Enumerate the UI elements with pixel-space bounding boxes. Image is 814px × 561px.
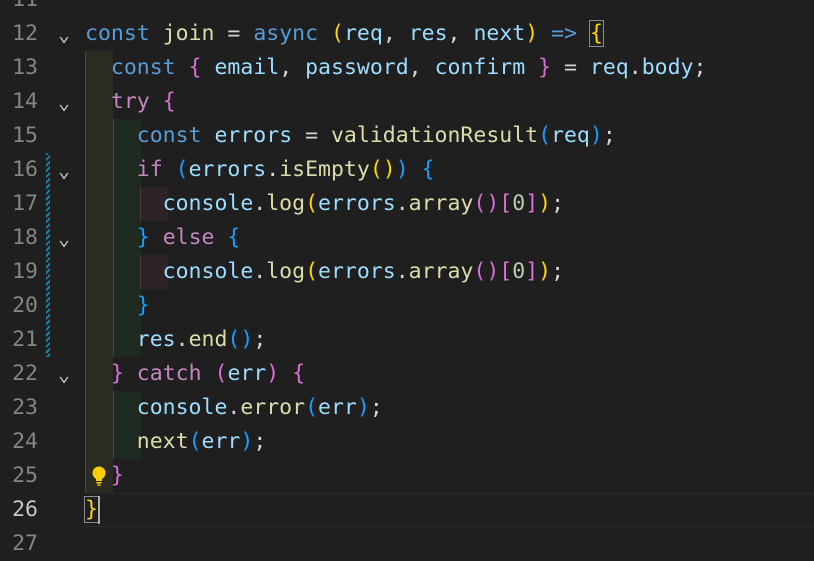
chevron-down-icon[interactable]: ⌄ bbox=[54, 153, 74, 187]
git-modified-indicator[interactable] bbox=[46, 323, 50, 357]
chevron-down-icon[interactable]: ⌄ bbox=[54, 357, 74, 391]
code-line[interactable]: 17 console.log(errors.array()[0]); bbox=[0, 187, 814, 221]
code-line[interactable]: 20 } bbox=[0, 289, 814, 323]
line-number: 14 bbox=[12, 89, 38, 114]
code-text[interactable]: } catch (err) { bbox=[85, 357, 305, 391]
line-number: 22 bbox=[12, 361, 38, 386]
code-text[interactable]: console.log(errors.array()[0]); bbox=[85, 255, 564, 289]
code-text[interactable]: } bbox=[85, 289, 150, 323]
code-text[interactable]: } bbox=[84, 493, 99, 527]
code-line[interactable]: 16 ⌄ if (errors.isEmpty()) { bbox=[0, 153, 814, 187]
line-number: 15 bbox=[12, 123, 38, 148]
chevron-down-icon[interactable]: ⌄ bbox=[54, 85, 74, 119]
code-line[interactable]: 25 } bbox=[0, 459, 814, 493]
line-number: 17 bbox=[12, 191, 38, 216]
chevron-down-icon[interactable]: ⌄ bbox=[54, 17, 74, 51]
code-editor[interactable]: 11 12 ⌄ const join = async (req, res, ne… bbox=[0, 0, 814, 558]
git-modified-indicator[interactable] bbox=[46, 289, 50, 323]
code-text[interactable]: console.log(errors.array()[0]); bbox=[85, 187, 564, 221]
text-cursor bbox=[98, 496, 100, 524]
code-line[interactable]: 23 console.error(err); bbox=[0, 391, 814, 425]
line-number: 26 bbox=[12, 497, 38, 522]
code-line[interactable]: 12 ⌄ const join = async (req, res, next)… bbox=[0, 17, 814, 51]
code-line[interactable]: 22 ⌄ } catch (err) { bbox=[0, 357, 814, 391]
chevron-down-icon[interactable]: ⌄ bbox=[54, 221, 74, 255]
git-modified-indicator[interactable] bbox=[46, 221, 50, 255]
code-line[interactable]: 21 res.end(); bbox=[0, 323, 814, 357]
code-text[interactable]: const join = async (req, res, next) => { bbox=[85, 17, 604, 51]
code-line[interactable]: 14 ⌄ try { bbox=[0, 85, 814, 119]
line-number: 27 bbox=[12, 531, 38, 556]
code-line[interactable]: 24 next(err); bbox=[0, 425, 814, 459]
line-number: 13 bbox=[12, 55, 38, 80]
git-modified-indicator[interactable] bbox=[46, 255, 50, 289]
code-text[interactable]: res.end(); bbox=[85, 323, 266, 357]
code-line[interactable]: 11 bbox=[0, 0, 814, 17]
line-number: 11 bbox=[0, 0, 38, 17]
current-line-highlight bbox=[84, 493, 814, 527]
code-text[interactable]: const errors = validationResult(req); bbox=[85, 119, 616, 153]
line-number: 25 bbox=[12, 463, 38, 488]
code-line[interactable]: 18 ⌄ } else { bbox=[0, 221, 814, 255]
code-line[interactable]: 13 const { email, password, confirm } = … bbox=[0, 51, 814, 85]
code-line[interactable]: 19 console.log(errors.array()[0]); bbox=[0, 255, 814, 289]
code-text[interactable]: const { email, password, confirm } = req… bbox=[85, 51, 707, 85]
line-number: 18 bbox=[12, 225, 38, 250]
lightbulb-icon[interactable] bbox=[88, 465, 110, 487]
code-text[interactable]: try { bbox=[85, 85, 176, 119]
code-text[interactable]: console.error(err); bbox=[85, 391, 383, 425]
line-number: 20 bbox=[12, 293, 38, 318]
code-text[interactable]: } else { bbox=[85, 221, 241, 255]
line-number: 23 bbox=[12, 395, 38, 420]
git-modified-indicator[interactable] bbox=[46, 153, 50, 187]
line-number: 19 bbox=[12, 259, 38, 284]
line-number: 12 bbox=[12, 21, 38, 46]
git-modified-indicator[interactable] bbox=[46, 187, 50, 221]
line-number: 24 bbox=[12, 429, 38, 454]
line-number: 16 bbox=[12, 157, 38, 182]
code-line-current[interactable]: 26 } bbox=[0, 493, 814, 527]
code-line[interactable]: 27 bbox=[0, 527, 814, 561]
code-text[interactable]: if (errors.isEmpty()) { bbox=[85, 153, 435, 187]
code-line[interactable]: 15 const errors = validationResult(req); bbox=[0, 119, 814, 153]
line-number: 21 bbox=[12, 327, 38, 352]
code-text[interactable]: next(err); bbox=[85, 425, 266, 459]
